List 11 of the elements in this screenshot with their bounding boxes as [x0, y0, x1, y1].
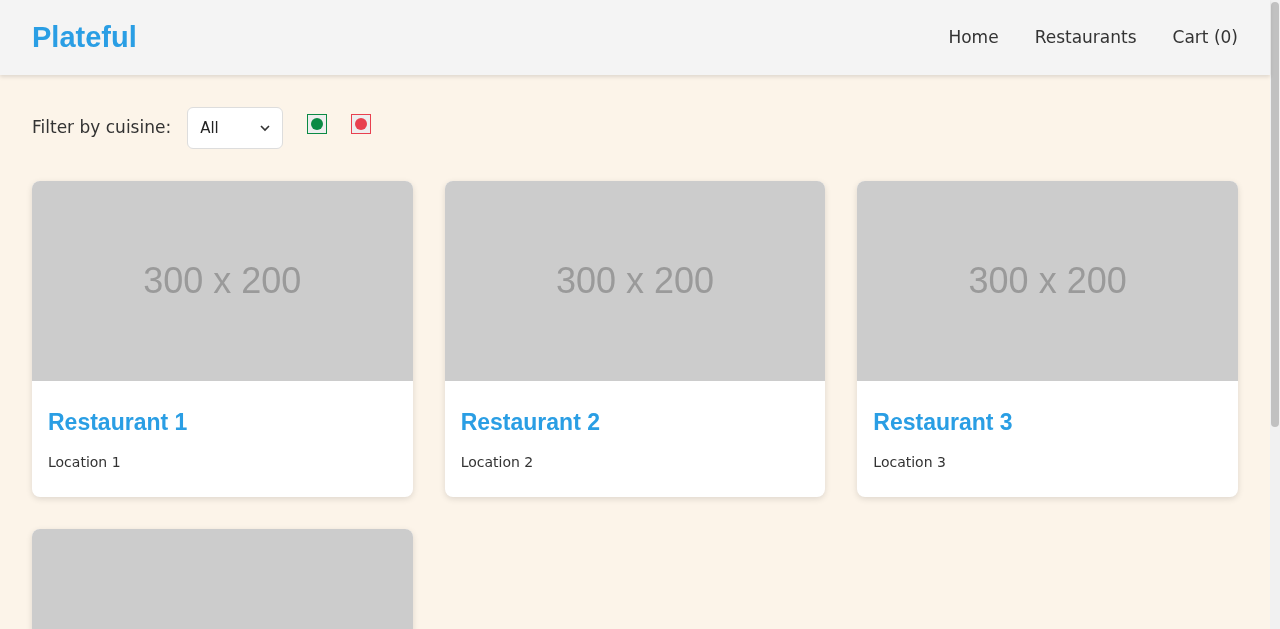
cuisine-select[interactable]: All	[187, 107, 284, 149]
scrollbar[interactable]	[1270, 0, 1280, 629]
chevron-icon	[260, 124, 271, 132]
restaurant-location: Location 2	[460, 452, 535, 472]
restaurant-location: Location 3	[873, 452, 947, 472]
nav-link[interactable]: Restaurants	[1034, 24, 1137, 51]
nav-link[interactable]: Home	[948, 24, 999, 51]
restaurant-location: Location 1	[48, 452, 122, 472]
nav-link[interactable]: Cart (0)	[1172, 24, 1238, 51]
scrollbar-thumb[interactable]	[1271, 2, 1279, 427]
filter-label: Filter by cuisine:	[32, 116, 172, 140]
